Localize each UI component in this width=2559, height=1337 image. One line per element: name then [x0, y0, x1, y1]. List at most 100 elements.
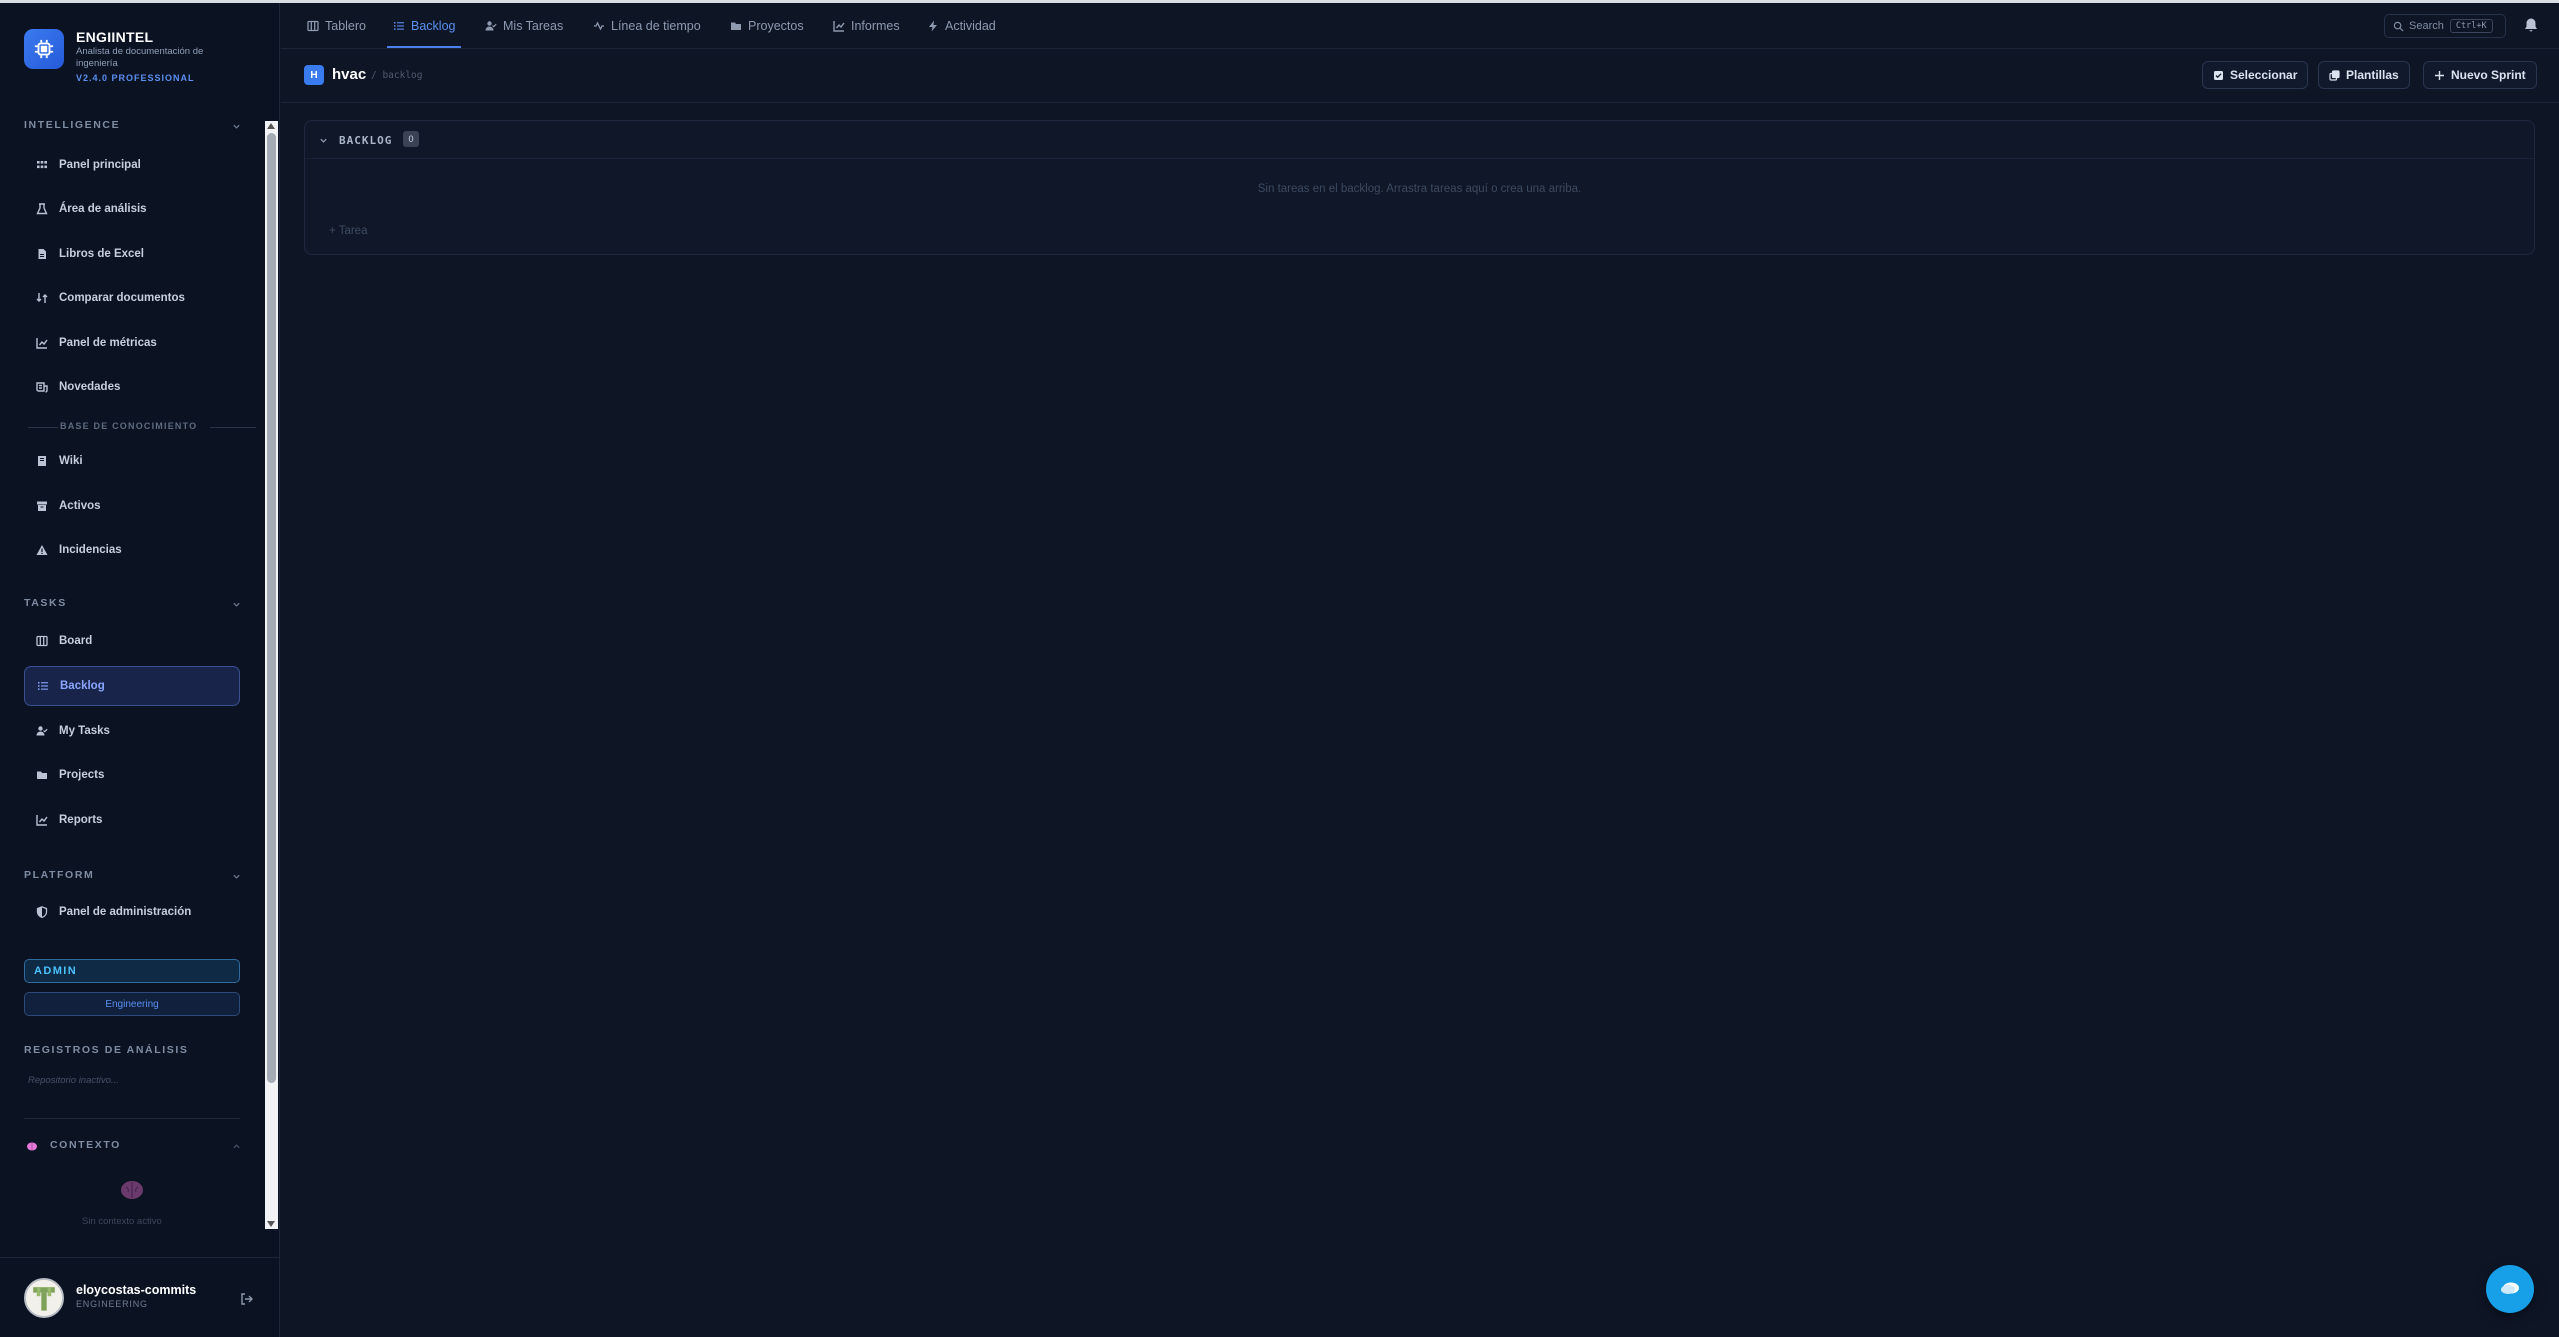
add-task-button[interactable]: + Tarea	[329, 225, 367, 237]
brand-name: ENGIINTEL	[76, 29, 154, 45]
tab-informes[interactable]: Informes	[833, 3, 900, 48]
templates-button-label: Plantillas	[2346, 68, 2399, 82]
user-profile[interactable]: eloycostas-commits ENGINEERING	[0, 1257, 280, 1337]
chevron-up-icon[interactable]	[232, 1142, 241, 1151]
chevron-down-icon[interactable]	[232, 872, 241, 881]
search-button[interactable]: Search Ctrl+K	[2384, 14, 2506, 38]
list-icon	[393, 20, 405, 32]
knowledge-base-divider: BASE DE CONOCIMIENTO	[24, 420, 256, 434]
shield-icon	[36, 906, 48, 918]
brain-large-icon	[120, 1179, 144, 1201]
chart-icon	[36, 814, 48, 826]
role-badge: ADMIN	[24, 959, 240, 983]
search-shortcut: Ctrl+K	[2449, 19, 2493, 33]
sidebar-item-activos[interactable]: Activos	[24, 486, 240, 526]
sidebar-item-projects[interactable]: Projects	[24, 755, 240, 795]
book-icon	[36, 455, 48, 467]
user-name: eloycostas-commits	[76, 1283, 197, 1297]
bolt-icon	[927, 20, 939, 32]
chevron-down-icon[interactable]	[319, 136, 328, 145]
page-header: H hvac / backlog Seleccionar Plantillas …	[281, 50, 2559, 103]
user-check-icon	[36, 725, 48, 737]
section-title-platform[interactable]: PLATFORM	[24, 869, 94, 881]
top-navigation: Tablero Backlog Mis Tareas Línea de tiem…	[281, 3, 2559, 49]
tab-mis-tareas[interactable]: Mis Tareas	[485, 3, 563, 48]
sidebar: ENGIINTEL Analista de documentación de i…	[0, 3, 280, 1337]
sidebar-item-label: Novedades	[59, 381, 121, 393]
tab-label: Backlog	[411, 18, 456, 33]
sidebar-item-panel-principal[interactable]: Panel principal	[24, 145, 240, 185]
tab-linea-de-tiempo[interactable]: Línea de tiempo	[593, 3, 701, 48]
tab-label: Mis Tareas	[503, 18, 564, 33]
sidebar-item-label: Reports	[59, 814, 103, 826]
bell-icon[interactable]	[2523, 17, 2539, 33]
section-title-context[interactable]: CONTEXTO	[50, 1139, 121, 1151]
chat-fab-button[interactable]	[2486, 1265, 2534, 1313]
new-sprint-button-label: Nuevo Sprint	[2451, 68, 2526, 82]
brand[interactable]: ENGIINTEL Analista de documentación de i…	[24, 27, 264, 89]
columns-icon	[307, 20, 319, 32]
new-sprint-button[interactable]: Nuevo Sprint	[2423, 61, 2537, 89]
chevron-down-icon[interactable]	[232, 600, 241, 609]
user-department: ENGINEERING	[76, 1299, 148, 1309]
backlog-count-badge: 0	[403, 131, 419, 147]
select-button[interactable]: Seleccionar	[2202, 61, 2309, 89]
copy-icon	[2329, 69, 2340, 81]
search-icon	[2393, 21, 2404, 32]
tab-proyectos[interactable]: Proyectos	[730, 3, 804, 48]
templates-button[interactable]: Plantillas	[2318, 61, 2410, 89]
sidebar-item-incidencias[interactable]: Incidencias	[24, 530, 240, 570]
tab-tablero[interactable]: Tablero	[307, 3, 366, 48]
analysis-logs-empty: Repositorio inactivo...	[28, 1075, 119, 1086]
tab-actividad[interactable]: Actividad	[927, 3, 996, 48]
sidebar-item-wiki[interactable]: Wiki	[24, 441, 240, 481]
sidebar-item-label: Incidencias	[59, 544, 122, 556]
sidebar-item-board[interactable]: Board	[24, 621, 240, 661]
tab-label: Proyectos	[748, 18, 804, 33]
sidebar-item-libros-de-excel[interactable]: Libros de Excel	[24, 234, 240, 274]
sidebar-item-reports[interactable]: Reports	[24, 800, 240, 840]
sidebar-item-label: My Tasks	[59, 725, 110, 737]
sidebar-item-panel-de-metricas[interactable]: Panel de métricas	[24, 323, 240, 363]
tab-label: Tablero	[325, 18, 366, 33]
search-label: Search	[2409, 20, 2444, 32]
chevron-down-icon[interactable]	[232, 122, 241, 131]
scroll-down-arrow-icon[interactable]	[267, 1221, 275, 1227]
sidebar-item-area-de-analisis[interactable]: Área de análisis	[24, 189, 240, 229]
tab-label: Actividad	[945, 18, 996, 33]
sidebar-item-novedades[interactable]: Novedades	[24, 367, 240, 407]
sidebar-item-label: Wiki	[59, 455, 83, 467]
department-badge[interactable]: Engineering	[24, 992, 240, 1016]
timeline-icon	[593, 20, 605, 32]
sidebar-item-backlog[interactable]: Backlog	[24, 666, 240, 706]
chart-icon	[36, 337, 48, 349]
sidebar-item-label: Libros de Excel	[59, 248, 145, 260]
sidebar-item-admin-panel[interactable]: Panel de administración	[24, 892, 240, 932]
section-title-tasks[interactable]: TASKS	[24, 597, 67, 609]
backlog-panel: BACKLOG 0 Sin tareas en el backlog. Arra…	[304, 120, 2535, 255]
tab-backlog[interactable]: Backlog	[386, 3, 463, 48]
news-icon	[36, 381, 48, 393]
logout-icon[interactable]	[240, 1292, 254, 1306]
section-title-intelligence[interactable]: INTELLIGENCE	[24, 119, 120, 131]
chip-logo-icon	[24, 29, 64, 69]
sidebar-item-label: Área de análisis	[59, 203, 147, 215]
tab-label: Informes	[851, 18, 900, 33]
compare-icon	[36, 292, 48, 304]
flask-icon	[36, 203, 48, 215]
sidebar-item-label: Projects	[59, 769, 105, 781]
sidebar-item-label: Panel de métricas	[59, 337, 157, 349]
page-title: hvac	[332, 66, 367, 83]
sidebar-scrollbar[interactable]	[265, 121, 278, 1229]
list-icon	[37, 680, 49, 692]
chart-icon	[833, 20, 845, 32]
sidebar-item-my-tasks[interactable]: My Tasks	[24, 711, 240, 751]
backlog-panel-header[interactable]: BACKLOG 0	[305, 121, 2534, 159]
sidebar-item-comparar-documentos[interactable]: Comparar documentos	[24, 278, 240, 318]
scroll-up-arrow-icon[interactable]	[267, 123, 275, 129]
section-title-analysis-logs: REGISTROS DE ANÁLISIS	[24, 1044, 189, 1056]
brain-icon	[26, 1139, 38, 1151]
sidebar-item-label: Panel principal	[59, 159, 141, 171]
avatar[interactable]	[24, 1278, 64, 1318]
scrollbar-thumb[interactable]	[267, 133, 276, 1083]
